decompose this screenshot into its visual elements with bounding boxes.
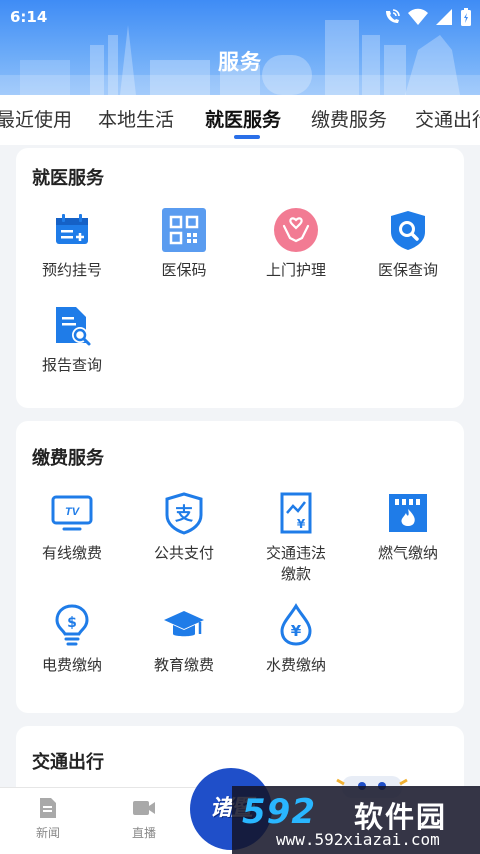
active-tab-indicator — [234, 135, 260, 139]
service-cable-payment[interactable]: TV 有线缴费 — [16, 491, 128, 564]
video-icon — [133, 801, 155, 815]
service-label: 电费缴纳 — [41, 656, 102, 674]
service-label: 有线缴费 — [41, 544, 102, 562]
tab-recent[interactable]: 最近使用 — [0, 105, 72, 132]
shield-search-icon — [391, 211, 425, 250]
service-label: 医保码 — [161, 261, 207, 279]
svg-text:支: 支 — [174, 503, 194, 525]
status-time: 6:14 — [10, 8, 48, 26]
wifi-call-icon — [386, 9, 400, 23]
lightbulb-icon: $ — [55, 604, 89, 646]
service-public-payment[interactable]: 支 公共支付 — [128, 491, 240, 564]
battery-icon — [461, 8, 471, 26]
nav-label: 直播 — [131, 826, 156, 840]
status-bar: 6:14 — [0, 0, 480, 34]
watermark: 592 软件园 www.592xiazai.com — [232, 786, 480, 854]
water-drop-icon: ¥ — [280, 603, 312, 646]
tab-local-life[interactable]: 本地生活 — [98, 105, 174, 132]
page-title: 服务 — [218, 50, 262, 74]
tab-traffic[interactable]: 交通出行 — [415, 105, 480, 132]
service-label: 交通违法 缴款 — [265, 544, 326, 583]
signal-icon — [436, 9, 452, 25]
gas-meter-icon — [389, 494, 427, 532]
graduation-cap-icon — [164, 611, 204, 637]
service-electricity-payment[interactable]: $ 电费缴纳 — [16, 603, 128, 676]
service-label: 公共支付 — [153, 544, 214, 562]
section-title-payment: 缴费服务 — [32, 448, 104, 469]
service-label: 燃气缴纳 — [377, 544, 438, 562]
svg-text:¥: ¥ — [297, 517, 306, 531]
section-title-medical: 就医服务 — [32, 168, 104, 189]
traffic-fine-icon: ¥ — [280, 492, 312, 534]
section-title-traffic: 交通出行 — [32, 752, 104, 773]
service-education-payment[interactable]: 教育缴费 — [128, 603, 240, 676]
service-gas-payment[interactable]: 燃气缴纳 — [352, 491, 464, 564]
svg-text:¥: ¥ — [291, 622, 302, 640]
report-search-icon — [56, 307, 91, 346]
svg-text:$: $ — [67, 615, 77, 631]
qr-code-icon — [162, 208, 206, 252]
wifi-icon — [408, 8, 428, 25]
service-label: 上门护理 — [265, 261, 326, 279]
service-label: 水费缴纳 — [265, 656, 326, 674]
service-label: 报告查询 — [41, 356, 102, 374]
nav-news[interactable]: 新闻 — [3, 796, 93, 841]
service-label: 医保查询 — [377, 261, 438, 279]
service-traffic-fine[interactable]: ¥ 交通违法 缴款 — [240, 491, 352, 585]
watermark-url: www.592xiazai.com — [276, 830, 440, 849]
header: 6:14 服务 — [0, 0, 480, 95]
service-label: 教育缴费 — [153, 656, 214, 674]
alipay-shield-icon: 支 — [165, 492, 203, 535]
payment-services-card: 缴费服务 TV 有线缴费 支 公共支付 ¥ 交通违法 缴款 燃气缴纳 $ 电费缴纳… — [16, 421, 464, 713]
nav-live[interactable]: 直播 — [99, 796, 189, 841]
service-insurance-query[interactable]: 医保查询 — [352, 208, 464, 281]
service-report-query[interactable]: 报告查询 — [16, 303, 128, 376]
service-insurance-code[interactable]: 医保码 — [128, 208, 240, 281]
watermark-logo: 592 — [242, 792, 316, 832]
tab-payment[interactable]: 缴费服务 — [311, 105, 387, 132]
medical-services-card: 就医服务 预约挂号 医保码 上门护理 医保查询 报告查询 — [16, 148, 464, 408]
service-appointment[interactable]: 预约挂号 — [16, 208, 128, 281]
svg-text:TV: TV — [65, 506, 81, 518]
service-water-payment[interactable]: ¥ 水费缴纳 — [240, 603, 352, 676]
service-home-care[interactable]: 上门护理 — [240, 208, 352, 281]
calendar-icon — [56, 214, 88, 244]
news-icon — [40, 798, 56, 818]
service-label: 预约挂号 — [41, 261, 102, 279]
tab-medical[interactable]: 就医服务 — [205, 105, 281, 132]
care-hands-icon — [274, 208, 318, 252]
nav-label: 新闻 — [35, 826, 60, 840]
tv-icon: TV — [51, 495, 93, 531]
